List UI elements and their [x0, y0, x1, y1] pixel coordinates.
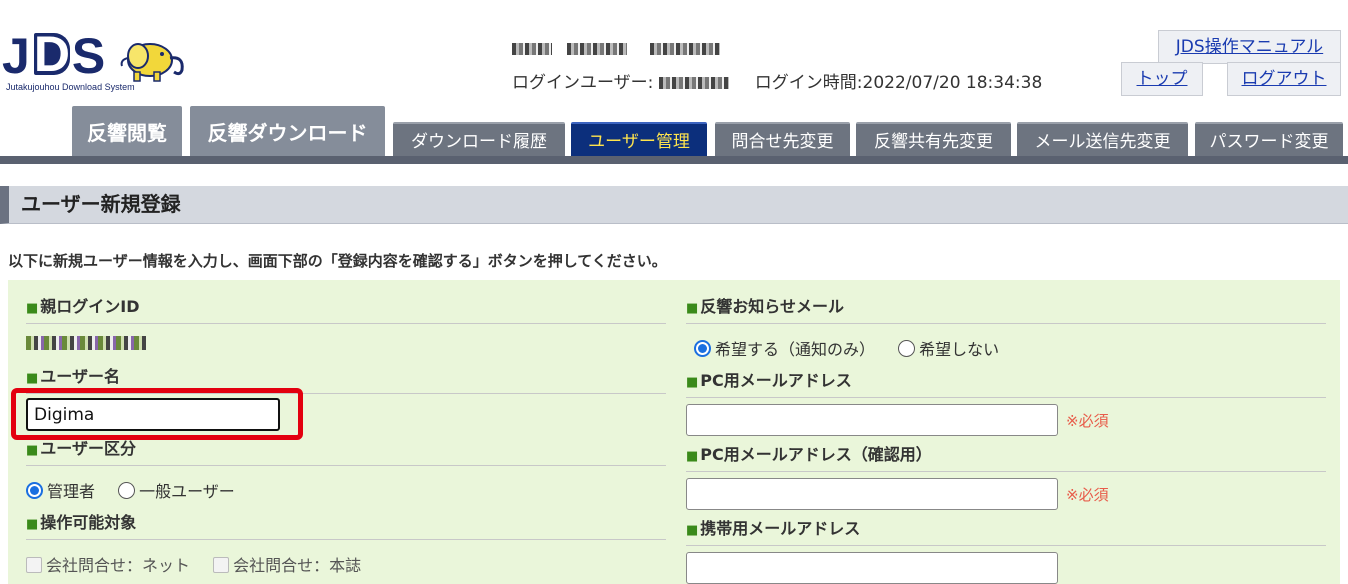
tab-response-download[interactable]: 反響ダウンロード	[190, 106, 385, 156]
radio-notify-yes-label: 希望する（通知のみ）	[715, 340, 876, 359]
logo-wordmark: JDS	[2, 26, 108, 84]
pc-mail-label: ■ PC用メールアドレス	[686, 368, 1326, 398]
elephant-logo-icon	[120, 43, 184, 82]
username-input[interactable]: Digima	[26, 398, 280, 431]
login-time: 2022/07/20 18:34:38	[862, 73, 1043, 93]
tab-download-history[interactable]: ダウンロード履歴	[393, 122, 565, 156]
scope-options: 会社問合せ：ネット 会社問合せ：本誌	[26, 552, 379, 576]
tab-password-change[interactable]: パスワード変更	[1195, 122, 1343, 156]
parent-login-id-value-redacted	[26, 332, 146, 351]
jds-logo: JDS Jutakujouhou Download System	[2, 28, 202, 100]
login-info: ログインユーザー: ログイン時間:2022/07/20 18:34:38	[512, 68, 1042, 93]
logout-link[interactable]: ログアウト	[1227, 62, 1341, 96]
tab-response-view[interactable]: 反響閲覧	[72, 106, 182, 156]
radio-general-user[interactable]	[118, 482, 136, 499]
user-type-label: ■ ユーザー区分	[26, 436, 666, 466]
notify-mail-label: ■ 反響お知らせメール	[686, 294, 1326, 324]
mobile-mail-input[interactable]	[686, 552, 1058, 584]
user-type-options: 管理者 一般ユーザー	[26, 478, 253, 502]
tab-share-change[interactable]: 反響共有先変更	[856, 122, 1011, 156]
tab-mail-destination-change[interactable]: メール送信先変更	[1017, 122, 1188, 156]
radio-notify-no[interactable]	[898, 340, 916, 357]
login-user-redacted	[659, 77, 730, 89]
checkbox-company-magazine[interactable]	[213, 557, 230, 573]
mobile-mail-label: ■ 携帯用メールアドレス	[686, 516, 1326, 546]
pc-mail-confirm-required: ※必須	[1066, 486, 1109, 504]
page-title: ユーザー新規登録	[0, 186, 1348, 224]
tab-underline	[0, 156, 1348, 164]
main-tabs: 反響閲覧 反響ダウンロード ダウンロード履歴 ユーザー管理 問合せ先変更 反響共…	[0, 104, 1348, 164]
radio-notify-no-label: 希望しない	[919, 340, 1000, 359]
logo-subtitle: Jutakujouhou Download System	[6, 82, 135, 92]
login-user-label: ログインユーザー:	[512, 73, 654, 93]
checkbox-company-net-label: 会社問合せ：ネット	[46, 556, 191, 575]
top-link[interactable]: トップ	[1121, 62, 1203, 96]
radio-admin-label: 管理者	[47, 482, 96, 501]
pc-mail-input[interactable]	[686, 404, 1058, 436]
instruction-text: 以下に新規ユーザー情報を入力し、画面下部の「登録内容を確認する」ボタンを押してく…	[8, 252, 667, 270]
radio-notify-yes[interactable]	[694, 340, 711, 357]
manual-link[interactable]: JDS操作マニュアル	[1158, 30, 1341, 64]
tab-contact-change[interactable]: 問合せ先変更	[715, 122, 850, 156]
tab-user-management[interactable]: ユーザー管理	[571, 122, 707, 156]
radio-admin[interactable]	[26, 482, 43, 499]
scope-label: ■ 操作可能対象	[26, 510, 666, 540]
pc-mail-confirm-label: ■ PC用メールアドレス（確認用）	[686, 442, 1326, 472]
radio-general-user-label: 一般ユーザー	[139, 482, 235, 501]
pc-mail-confirm-input[interactable]	[686, 478, 1058, 510]
checkbox-company-net[interactable]	[26, 557, 42, 573]
notify-mail-options: 希望する（通知のみ） 希望しない	[694, 336, 1017, 360]
pc-mail-required: ※必須	[1066, 412, 1109, 430]
checkbox-company-magazine-label: 会社問合せ：本誌	[233, 556, 362, 575]
parent-login-id-label: ■ 親ログインID	[26, 294, 666, 324]
square-bullet-icon: ■	[26, 301, 39, 316]
company-name-redacted	[512, 38, 732, 56]
login-time-label: ログイン時間:	[754, 73, 863, 93]
